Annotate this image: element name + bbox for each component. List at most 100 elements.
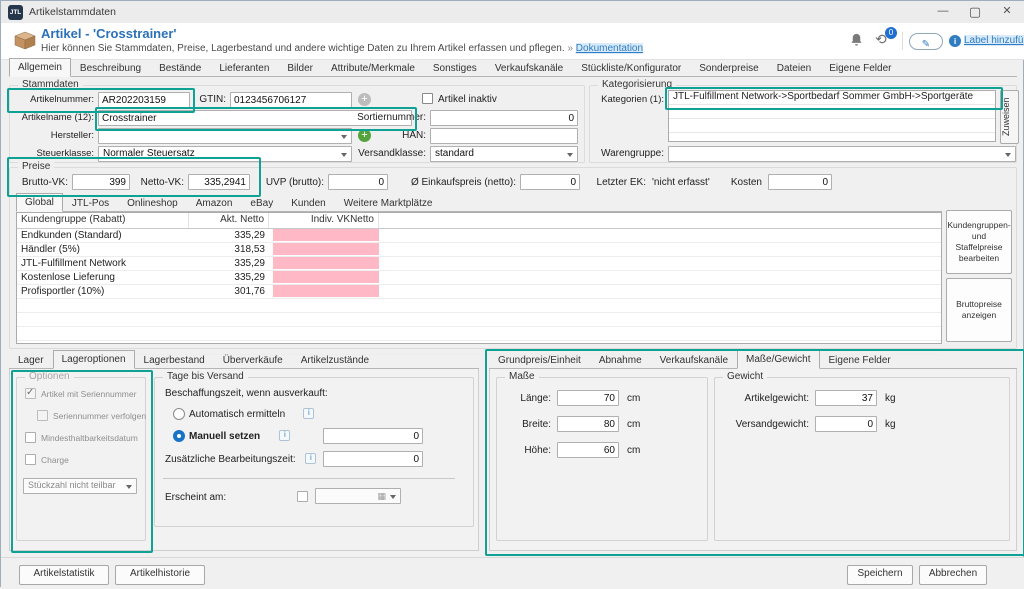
- brutto-vk-input[interactable]: [72, 174, 130, 190]
- tab-abnahme[interactable]: Abnahme: [590, 352, 651, 368]
- price-tab-onlineshop[interactable]: Onlineshop: [118, 195, 187, 211]
- stammdaten-legend: Stammdaten: [18, 79, 83, 90]
- tab-lieferanten[interactable]: Lieferanten: [210, 60, 278, 76]
- artikelgewicht-input[interactable]: [815, 390, 877, 406]
- price-tab-global[interactable]: Global: [16, 193, 63, 212]
- bell-icon[interactable]: [849, 32, 864, 48]
- indiv-vknetto-cell[interactable]: [273, 243, 379, 255]
- tab-bilder[interactable]: Bilder: [278, 60, 322, 76]
- einkaufspreis-input[interactable]: [520, 174, 580, 190]
- han-input[interactable]: [430, 128, 578, 144]
- bearbeitungszeit-label: Zusätzliche Bearbeitungszeit:: [165, 454, 296, 465]
- kundengruppen-staffelpreise-button[interactable]: Kundengruppen- und Staffelpreise bearbei…: [946, 210, 1012, 274]
- price-row-kostenlose-lieferung[interactable]: Kostenlose Lieferung 335,29: [17, 271, 941, 285]
- tab-artikelzustaende[interactable]: Artikelzustände: [292, 352, 378, 368]
- artikel-inaktiv-checkbox[interactable]: [422, 93, 433, 104]
- bruttopreise-anzeigen-button[interactable]: Bruttopreise anzeigen: [946, 278, 1012, 342]
- uvp-input[interactable]: [328, 174, 388, 190]
- hoehe-unit: cm: [627, 445, 640, 456]
- tab-beschreibung[interactable]: Beschreibung: [71, 60, 150, 76]
- indiv-vknetto-cell[interactable]: [273, 229, 379, 241]
- jtl-logo-icon: JTL: [8, 5, 23, 20]
- tab-ueberverkaeufe[interactable]: Überverkäufe: [214, 352, 292, 368]
- laenge-input[interactable]: [557, 390, 619, 406]
- breite-unit: cm: [627, 419, 640, 430]
- kategorisierung-group: Kategorisierung Kategorien (1): JTL-Fulf…: [589, 85, 1017, 163]
- link-prefix: »: [567, 43, 573, 54]
- dokumentation-link[interactable]: Dokumentation: [576, 43, 643, 54]
- sortiernummer-input[interactable]: [430, 110, 578, 126]
- minimize-button[interactable]: —: [927, 1, 959, 23]
- kundengruppe-cell: Händler (5%): [21, 243, 80, 255]
- price-tab-jtl-pos[interactable]: JTL-Pos: [63, 195, 118, 211]
- lageroptionen-panel: Optionen Artikel mit Seriennummer Serien…: [9, 369, 479, 551]
- hoehe-input[interactable]: [557, 442, 619, 458]
- tab-bestaende[interactable]: Bestände: [150, 60, 210, 76]
- price-row-jtl-fulfillment[interactable]: JTL-Fulfillment Network 335,29: [17, 257, 941, 271]
- price-row-endkunden[interactable]: Endkunden (Standard) 335,29: [17, 229, 941, 243]
- kategorie-empty-row: [669, 105, 995, 119]
- manuell-input[interactable]: [323, 428, 423, 444]
- label-hinzufuegen-link[interactable]: Label hinzufügen: [964, 35, 1024, 46]
- tab-eigene-felder-detail[interactable]: Eigene Felder: [820, 352, 900, 368]
- indiv-vknetto-cell[interactable]: [273, 271, 379, 283]
- tab-verkaufskanaele-detail[interactable]: Verkaufskanäle: [651, 352, 737, 368]
- price-tab-weitere-marktplaetze[interactable]: Weitere Marktplätze: [335, 195, 442, 211]
- tab-masse-gewicht[interactable]: Maße/Gewicht: [737, 350, 819, 369]
- artikelstatistik-button[interactable]: Artikelstatistik: [19, 565, 109, 585]
- kategorie-item[interactable]: JTL-Fulfillment Network->Sportbedarf Som…: [669, 91, 995, 105]
- erscheint-am-label: Erscheint am:: [165, 492, 226, 503]
- bearbeitungszeit-input[interactable]: [323, 451, 423, 467]
- tab-sonderpreise[interactable]: Sonderpreise: [690, 60, 767, 76]
- tab-eigene-felder[interactable]: Eigene Felder: [820, 60, 900, 76]
- gtin-input[interactable]: [230, 92, 352, 108]
- indiv-vknetto-cell[interactable]: [273, 285, 379, 297]
- price-row-profisportler[interactable]: Profisportler (10%) 301,76: [17, 285, 941, 299]
- netto-vk-input[interactable]: [188, 174, 250, 190]
- tab-verkaufskanaele[interactable]: Verkaufskanäle: [486, 60, 572, 76]
- kategorien-listbox[interactable]: JTL-Fulfillment Network->Sportbedarf Som…: [668, 90, 996, 142]
- steuerklasse-label: Steuerklasse:: [10, 148, 94, 159]
- tab-attribute-merkmale[interactable]: Attribute/Merkmale: [322, 60, 424, 76]
- tab-lagerbestand[interactable]: Lagerbestand: [135, 352, 214, 368]
- abbrechen-button[interactable]: Abbrechen: [919, 565, 987, 585]
- automatisch-radio[interactable]: [173, 408, 185, 420]
- tab-lager[interactable]: Lager: [9, 352, 53, 368]
- tab-stueckliste-konfigurator[interactable]: Stückliste/Konfigurator: [572, 60, 690, 76]
- tab-sonstiges[interactable]: Sonstiges: [424, 60, 486, 76]
- automatisch-label: Automatisch ermitteln: [189, 409, 285, 420]
- indiv-vknetto-cell[interactable]: [273, 257, 379, 269]
- mhd-checkbox[interactable]: [25, 432, 36, 443]
- breite-input[interactable]: [557, 416, 619, 432]
- artikelnummer-label: Artikelnummer:: [10, 94, 94, 105]
- versandgewicht-input[interactable]: [815, 416, 877, 432]
- kosten-input[interactable]: [768, 174, 832, 190]
- manuell-radio[interactable]: [173, 430, 185, 442]
- tab-lageroptionen[interactable]: Lageroptionen: [53, 350, 135, 369]
- price-tab-kunden[interactable]: Kunden: [282, 195, 334, 211]
- zuweisen-button[interactable]: Zuweisen: [1000, 90, 1019, 144]
- calendar-icon: ▦: [377, 491, 386, 502]
- erscheint-am-checkbox[interactable]: [297, 491, 308, 502]
- preise-legend: Preise: [18, 161, 54, 172]
- charge-checkbox[interactable]: [25, 454, 36, 465]
- hersteller-select[interactable]: [98, 128, 352, 144]
- tab-grundpreis-einheit[interactable]: Grundpreis/Einheit: [489, 352, 590, 368]
- tab-dateien[interactable]: Dateien: [768, 60, 820, 76]
- versandklasse-select[interactable]: standard: [430, 146, 578, 162]
- tab-allgemein[interactable]: Allgemein: [9, 58, 71, 77]
- price-tab-ebay[interactable]: eBay: [241, 195, 282, 211]
- akt-netto-cell: 301,76: [189, 285, 265, 297]
- price-row-haendler[interactable]: Händler (5%) 318,53: [17, 243, 941, 257]
- price-tab-amazon[interactable]: Amazon: [187, 195, 242, 211]
- maximize-button[interactable]: ▢: [959, 1, 991, 23]
- versandklasse-value: standard: [435, 148, 474, 159]
- han-label: HAN:: [370, 130, 426, 141]
- artikelhistorie-button[interactable]: Artikelhistorie: [115, 565, 205, 585]
- warengruppe-select[interactable]: [668, 146, 1016, 162]
- stueckzahl-select[interactable]: Stückzahl nicht teilbar: [23, 478, 137, 494]
- edit-label-pill-button[interactable]: ✎: [909, 33, 943, 50]
- speichern-button[interactable]: Speichern: [847, 565, 913, 585]
- close-button[interactable]: ✕: [991, 1, 1023, 23]
- steuerklasse-select[interactable]: Normaler Steuersatz: [98, 146, 352, 162]
